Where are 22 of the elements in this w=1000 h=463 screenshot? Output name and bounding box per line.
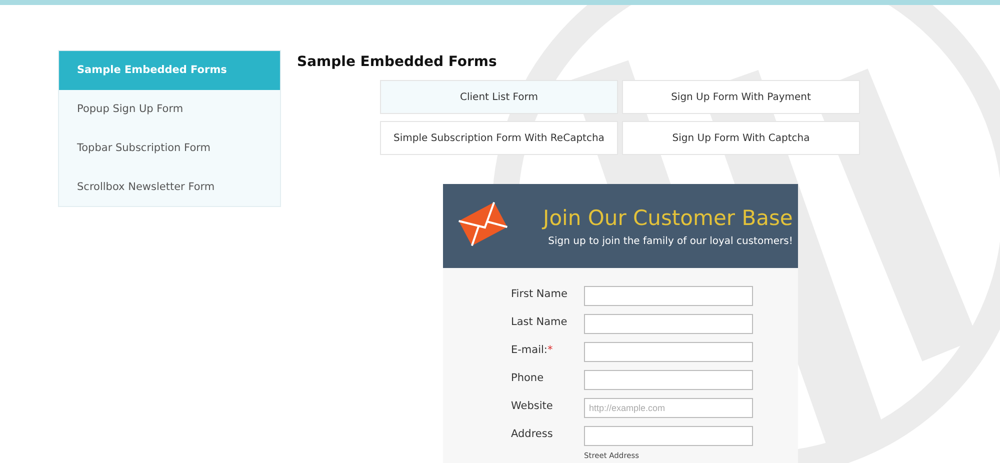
field-label: Phone: [511, 371, 545, 384]
form-subtitle: Sign up to join the family of our loyal customers!: [548, 236, 793, 246]
input-field[interactable]: [584, 426, 753, 446]
input-field[interactable]: [584, 314, 753, 334]
form-tab[interactable]: Sign Up Form With Payment: [622, 80, 860, 114]
input-field[interactable]: [584, 370, 753, 390]
sidebar-item[interactable]: Topbar Subscription Form: [59, 128, 280, 168]
form-tab[interactable]: Simple Subscription Form With ReCaptcha: [380, 121, 618, 155]
input-field[interactable]: [584, 342, 753, 362]
input-field[interactable]: http://example.com: [584, 398, 753, 418]
form-tab[interactable]: Sign Up Form With Captcha: [622, 121, 860, 155]
input-field[interactable]: [584, 286, 753, 306]
field-label: E-mail:*: [511, 343, 554, 356]
field-label: Address: [511, 427, 554, 440]
field-label: Last Name: [511, 315, 568, 328]
sidebar-item[interactable]: Popup Sign Up Form: [59, 90, 280, 128]
form-tab[interactable]: Client List Form: [380, 80, 618, 114]
sidebar-item[interactable]: Scrollbox Newsletter Form: [59, 167, 280, 206]
field-label: Website: [511, 399, 554, 412]
form-title: Join Our Customer Base: [543, 206, 793, 230]
field-label: First Name: [511, 287, 568, 300]
section-heading: Sample Embedded Forms: [297, 54, 498, 70]
